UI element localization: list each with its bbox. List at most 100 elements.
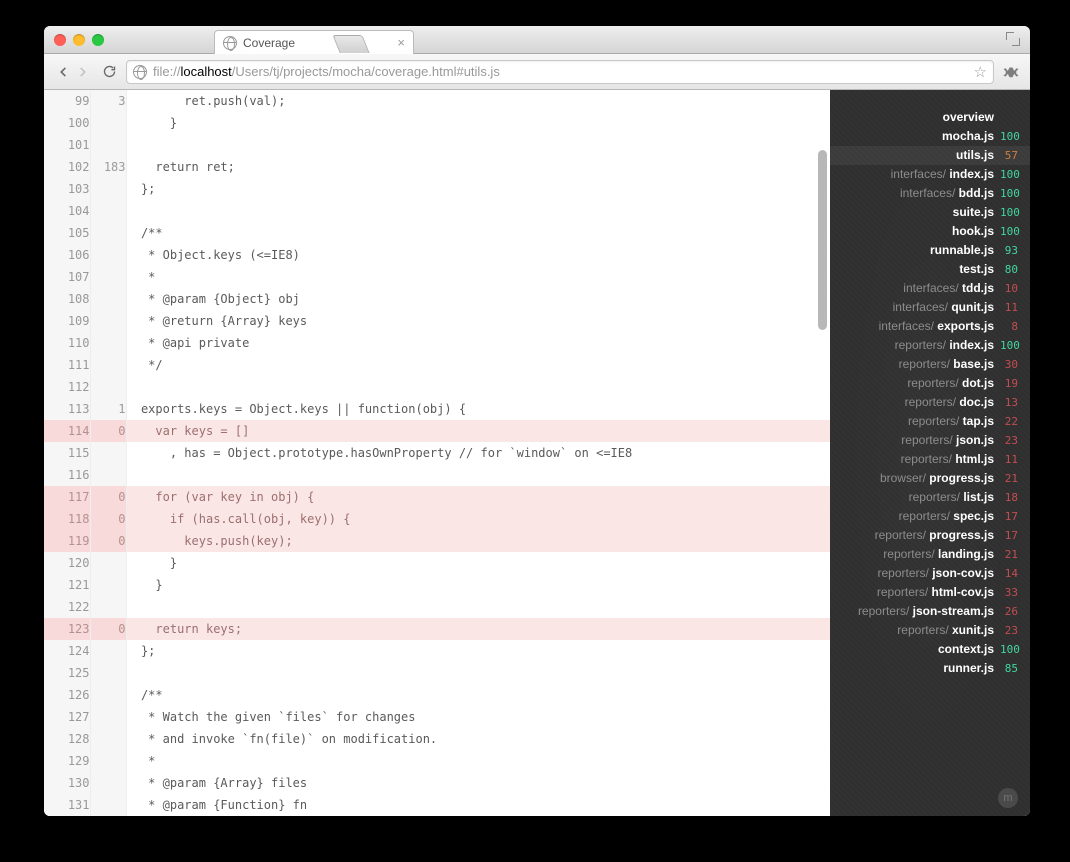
sidebar-file[interactable]: interfaces/ index.js100 — [830, 165, 1030, 184]
sidebar-label: reporters/ xunit.js — [897, 621, 994, 640]
hit-count — [90, 750, 126, 772]
code-line: 1140 var keys = [] — [44, 420, 830, 442]
sidebar-file[interactable]: context.js100 — [830, 640, 1030, 659]
sidebar-footer-badge: m — [998, 788, 1018, 808]
sidebar-file[interactable]: reporters/ html.js11 — [830, 450, 1030, 469]
hit-count — [90, 178, 126, 200]
sidebar-file[interactable]: runner.js85 — [830, 659, 1030, 678]
sidebar-file[interactable]: runnable.js93 — [830, 241, 1030, 260]
sidebar-file[interactable]: reporters/ base.js30 — [830, 355, 1030, 374]
sidebar-file[interactable]: mocha.js100 — [830, 127, 1030, 146]
coverage-value: 23 — [994, 431, 1018, 450]
sidebar-label: reporters/ landing.js — [883, 545, 994, 564]
line-number: 112 — [44, 376, 90, 398]
address-bar[interactable]: file://localhost/Users/tj/projects/mocha… — [126, 60, 994, 84]
sidebar-file[interactable]: reporters/ landing.js21 — [830, 545, 1030, 564]
code-line: 1180 if (has.call(obj, key)) { — [44, 508, 830, 530]
zoom-window-button[interactable] — [92, 34, 104, 46]
sidebar-file[interactable]: reporters/ json-stream.js26 — [830, 602, 1030, 621]
code-line: 104 — [44, 200, 830, 222]
close-window-button[interactable] — [54, 34, 66, 46]
sidebar-file[interactable]: reporters/ progress.js17 — [830, 526, 1030, 545]
source-text: return keys; — [126, 618, 830, 640]
sidebar-label: interfaces/ exports.js — [879, 317, 994, 336]
hit-count — [90, 794, 126, 816]
sidebar-file[interactable]: reporters/ index.js100 — [830, 336, 1030, 355]
sidebar-file[interactable]: hook.js100 — [830, 222, 1030, 241]
code-line: 124 }; — [44, 640, 830, 662]
close-tab-icon[interactable]: × — [397, 35, 405, 50]
sidebar-label: suite.js — [953, 203, 994, 222]
source-text: /** — [126, 222, 830, 244]
hit-count: 183 — [90, 156, 126, 178]
coverage-value: 21 — [994, 545, 1018, 564]
scroll-thumb[interactable] — [818, 150, 827, 330]
sidebar-file[interactable]: reporters/ xunit.js23 — [830, 621, 1030, 640]
sidebar-overview[interactable]: overview — [830, 108, 1030, 127]
hit-count — [90, 596, 126, 618]
sidebar-file[interactable]: interfaces/ exports.js8 — [830, 317, 1030, 336]
code-line: 122 — [44, 596, 830, 618]
sidebar-file[interactable]: interfaces/ qunit.js11 — [830, 298, 1030, 317]
reload-button[interactable] — [100, 63, 118, 81]
source-text — [126, 464, 830, 486]
coverage-value: 100 — [994, 203, 1018, 222]
coverage-value: 100 — [994, 222, 1018, 241]
coverage-value: 100 — [994, 165, 1018, 184]
minimize-window-button[interactable] — [73, 34, 85, 46]
sidebar-label: mocha.js — [942, 127, 994, 146]
sidebar-file[interactable]: reporters/ tap.js22 — [830, 412, 1030, 431]
code-line: 105 /** — [44, 222, 830, 244]
sidebar-file[interactable]: utils.js57 — [830, 146, 1030, 165]
sidebar-file[interactable]: reporters/ spec.js17 — [830, 507, 1030, 526]
hit-count — [90, 442, 126, 464]
settings-icon[interactable] — [1002, 63, 1020, 81]
source-text: * — [126, 750, 830, 772]
hit-count — [90, 772, 126, 794]
sidebar-file[interactable]: reporters/ json.js23 — [830, 431, 1030, 450]
code-line: 103 }; — [44, 178, 830, 200]
sidebar-file[interactable]: reporters/ json-cov.js14 — [830, 564, 1030, 583]
coverage-value: 100 — [994, 184, 1018, 203]
source-text: for (var key in obj) { — [126, 486, 830, 508]
sidebar-file[interactable]: reporters/ doc.js13 — [830, 393, 1030, 412]
source-text — [126, 376, 830, 398]
sidebar-label: runner.js — [943, 659, 994, 678]
line-number: 102 — [44, 156, 90, 178]
line-number: 114 — [44, 420, 90, 442]
browser-tab[interactable]: Coverage × — [214, 30, 414, 54]
hit-count — [90, 200, 126, 222]
source-text: } — [126, 112, 830, 134]
coverage-value: 33 — [994, 583, 1018, 602]
fullscreen-icon[interactable] — [1006, 32, 1020, 46]
line-number: 122 — [44, 596, 90, 618]
sidebar-file[interactable]: interfaces/ tdd.js10 — [830, 279, 1030, 298]
bookmark-icon[interactable]: ☆ — [974, 63, 987, 81]
hit-count — [90, 552, 126, 574]
line-number: 126 — [44, 684, 90, 706]
forward-button[interactable] — [74, 63, 92, 81]
code-line: 106 * Object.keys (<=IE8) — [44, 244, 830, 266]
sidebar-file[interactable]: suite.js100 — [830, 203, 1030, 222]
sidebar-file[interactable]: test.js80 — [830, 260, 1030, 279]
scrollbar[interactable] — [816, 90, 828, 816]
sidebar-file[interactable]: reporters/ list.js18 — [830, 488, 1030, 507]
site-icon — [133, 65, 147, 79]
code-pane: 993 ret.push(val);100 }101102183 return … — [44, 90, 830, 816]
sidebar-file[interactable]: browser/ progress.js21 — [830, 469, 1030, 488]
globe-icon — [223, 36, 237, 50]
coverage-value: 10 — [994, 279, 1018, 298]
coverage-value: 57 — [994, 146, 1018, 165]
line-number: 125 — [44, 662, 90, 684]
line-number: 111 — [44, 354, 90, 376]
code-line: 993 ret.push(val); — [44, 90, 830, 112]
sidebar-file[interactable]: reporters/ dot.js19 — [830, 374, 1030, 393]
source-text: return ret; — [126, 156, 830, 178]
hit-count — [90, 464, 126, 486]
code-line: 116 — [44, 464, 830, 486]
sidebar-file[interactable]: reporters/ html-cov.js33 — [830, 583, 1030, 602]
back-button[interactable] — [54, 63, 72, 81]
hit-count — [90, 112, 126, 134]
sidebar-file[interactable]: interfaces/ bdd.js100 — [830, 184, 1030, 203]
code-line: 100 } — [44, 112, 830, 134]
